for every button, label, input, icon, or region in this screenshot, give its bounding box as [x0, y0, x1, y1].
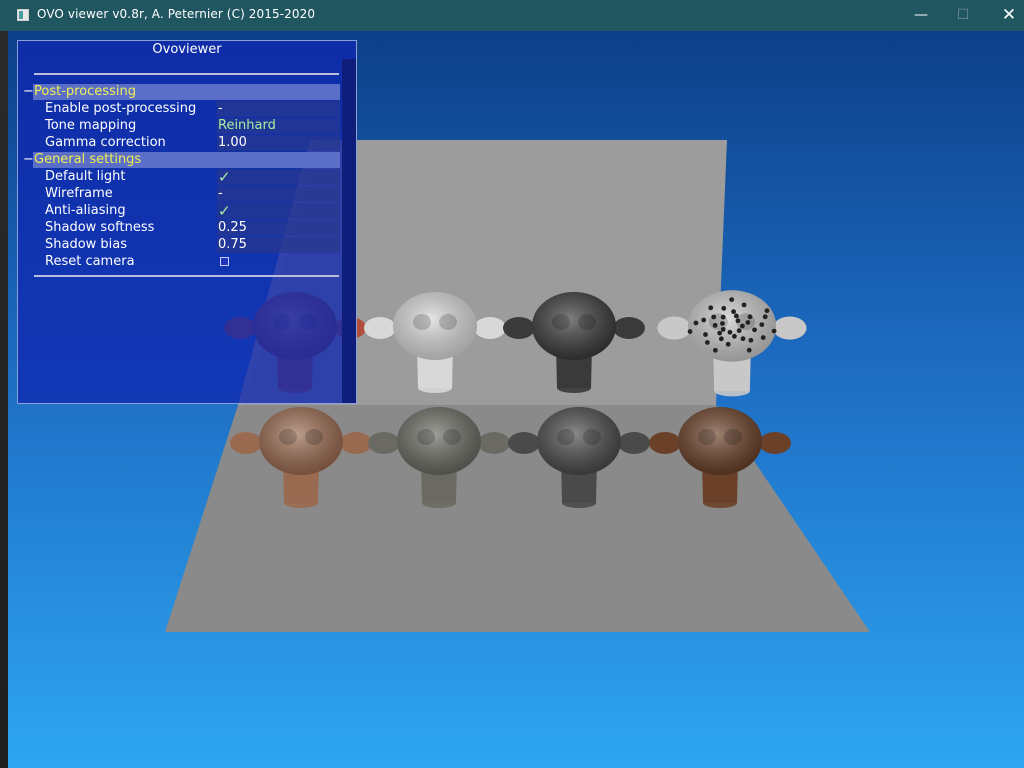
left-window-edge [0, 31, 8, 768]
row-label: Shadow bias [45, 237, 128, 252]
row-gamma-correction[interactable]: Gamma correction 1.00 [45, 135, 340, 152]
section-label: Post-processing [34, 84, 136, 99]
shadow-softness-value[interactable]: 0.25 [217, 220, 340, 236]
row-label: Enable post-processing [45, 101, 197, 116]
row-label: Tone mapping [45, 118, 137, 133]
row-label: Reset camera [45, 254, 135, 269]
title-bar: OVO viewer v0.8r, A. Peternier (C) 2015-… [0, 0, 1024, 31]
row-label: Default light [45, 169, 126, 184]
row-label: Wireframe [45, 186, 113, 201]
tone-mapping-value[interactable]: Reinhard [217, 118, 340, 134]
row-label: Gamma correction [45, 135, 166, 150]
section-post-processing[interactable]: − Post-processing [23, 84, 340, 100]
reset-camera-button[interactable] [220, 257, 229, 266]
section-general-settings[interactable]: − General settings [23, 152, 340, 168]
row-anti-aliasing[interactable]: Anti-aliasing ✓ [45, 203, 340, 220]
row-enable-post-processing[interactable]: Enable post-processing - [45, 101, 340, 118]
row-label: Shadow softness [45, 220, 155, 235]
checkmark-icon[interactable]: ✓ [218, 202, 231, 220]
row-default-light[interactable]: Default light ✓ [45, 169, 340, 186]
collapse-icon[interactable]: − [23, 152, 34, 168]
panel-title: Ovoviewer [152, 42, 222, 57]
separator [34, 275, 339, 277]
wireframe-value[interactable]: - [217, 186, 340, 202]
row-shadow-bias[interactable]: Shadow bias 0.75 [45, 237, 340, 254]
app-icon [17, 9, 29, 21]
shadow-bias-value[interactable]: 0.75 [217, 237, 340, 253]
row-tone-mapping[interactable]: Tone mapping Reinhard [45, 118, 340, 135]
row-wireframe[interactable]: Wireframe - [45, 186, 340, 203]
checkmark-icon[interactable]: ✓ [218, 168, 231, 186]
separator [34, 73, 339, 75]
ovoviewer-panel[interactable]: Ovoviewer − Post-processing Enable post-… [17, 40, 357, 404]
collapse-icon[interactable]: − [23, 84, 34, 100]
maximize-button[interactable]: ☐ [940, 0, 986, 31]
row-reset-camera[interactable]: Reset camera [45, 254, 340, 271]
close-button[interactable]: ✕ [986, 0, 1024, 31]
section-label: General settings [34, 152, 142, 167]
enable-post-processing-value[interactable]: - [217, 101, 340, 117]
panel-scrollbar[interactable] [342, 59, 356, 403]
row-shadow-softness[interactable]: Shadow softness 0.25 [45, 220, 340, 237]
window-title: OVO viewer v0.8r, A. Peternier (C) 2015-… [37, 7, 316, 21]
minimize-button[interactable]: — [898, 0, 944, 31]
row-label: Anti-aliasing [45, 203, 126, 218]
gamma-correction-value[interactable]: 1.00 [217, 135, 340, 151]
